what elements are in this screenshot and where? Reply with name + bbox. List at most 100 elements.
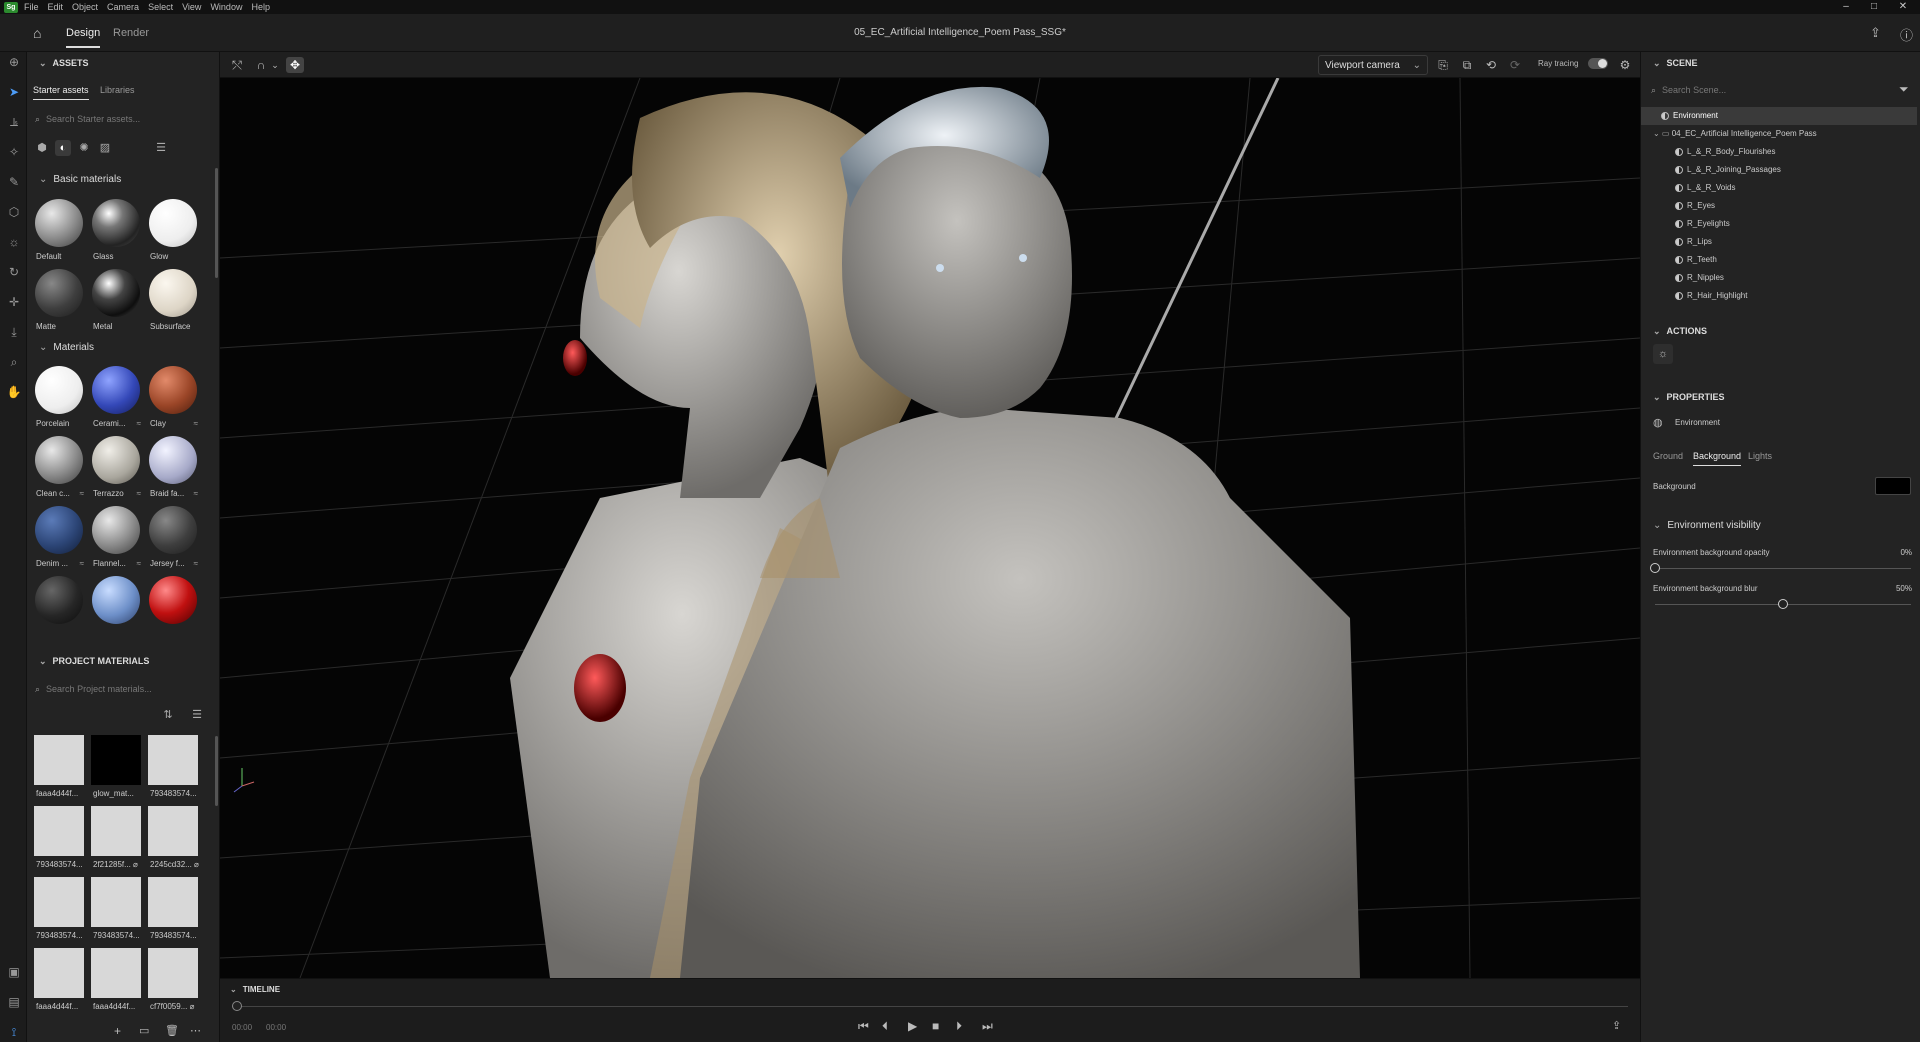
project-search[interactable]: ⌕ Search Project materials... — [35, 680, 210, 698]
snap-icon[interactable]: ✥ — [286, 57, 304, 73]
step-back-icon[interactable]: ⏴ — [882, 1019, 888, 1034]
materials-header[interactable]: ⌄ Materials — [39, 342, 94, 353]
magic-wand-icon[interactable]: ✧ — [6, 144, 22, 160]
material-tile[interactable] — [146, 574, 200, 642]
scene-tree-item[interactable]: R_Eyes — [1641, 197, 1917, 215]
material-tile[interactable] — [32, 574, 86, 642]
camera-bookmark-icon[interactable]: ⎘ — [1434, 57, 1452, 73]
material-tile[interactable]: Subsurface — [146, 267, 200, 335]
material-tile[interactable]: Matte — [32, 267, 86, 335]
timeline-playhead[interactable] — [232, 1001, 242, 1011]
help-icon[interactable]: ⓘ — [1900, 25, 1913, 44]
tab-background[interactable]: Background — [1693, 451, 1742, 466]
project-materials-header[interactable]: ⌄ PROJECT MATERIALS — [39, 656, 149, 667]
camera-select[interactable]: Viewport camera ⌄ — [1318, 55, 1428, 75]
more-icon[interactable]: ⋯ — [190, 1024, 201, 1037]
minimize-button[interactable]: – — [1836, 0, 1856, 14]
filter-icon[interactable]: ⏷ — [1899, 82, 1909, 97]
scene-tree-item[interactable]: R_Hair_Highlight — [1641, 287, 1917, 305]
tab-libraries[interactable]: Libraries — [100, 85, 135, 95]
play-icon[interactable]: ▶ — [908, 1019, 917, 1033]
export-icon[interactable]: ⇪ — [1612, 1019, 1621, 1032]
material-tile[interactable]: Porcelain — [32, 364, 86, 432]
eyedropper-icon[interactable]: ✎ — [6, 174, 22, 190]
material-tile[interactable]: Jersey f... ≈ — [146, 504, 200, 572]
skip-start-icon[interactable]: ⏮ — [858, 1019, 869, 1034]
menu-file[interactable]: File — [24, 2, 39, 12]
briefcase-icon[interactable]: ▤ — [6, 994, 22, 1010]
tab-lights[interactable]: Lights — [1748, 451, 1772, 461]
scene-tree-item[interactable]: L_&_R_Joining_Passages — [1641, 161, 1917, 179]
orbit-icon[interactable]: ↻ — [6, 264, 22, 280]
material-tile[interactable]: Clean c... ≈ — [32, 434, 86, 502]
material-tile[interactable]: Flannel... ≈ — [89, 504, 143, 572]
project-material-tile[interactable]: faaa4d44f... — [32, 735, 86, 803]
project-material-tile[interactable]: faaa4d44f... — [89, 948, 143, 1016]
tab-ground[interactable]: Ground — [1653, 451, 1683, 461]
add-material-icon[interactable]: + — [114, 1024, 121, 1038]
bottom-tool-icon[interactable]: ⟟ — [6, 1024, 22, 1040]
project-material-tile[interactable]: 793483574... — [89, 877, 143, 945]
project-material-tile[interactable]: faaa4d44f... — [32, 948, 86, 1016]
images-filter-icon[interactable]: ▨ — [97, 140, 113, 156]
light-action-icon[interactable]: ☼ — [1653, 344, 1673, 364]
list-view-icon[interactable]: ☰ — [153, 140, 169, 156]
reset-view-icon[interactable]: ⟳ — [1506, 57, 1524, 73]
background-color-swatch[interactable] — [1875, 477, 1911, 495]
stop-icon[interactable]: ■ — [932, 1019, 939, 1033]
menu-object[interactable]: Object — [72, 2, 98, 12]
rotate-view-icon[interactable]: ⟲ — [1482, 57, 1500, 73]
scene-header[interactable]: ⌄ SCENE — [1653, 58, 1698, 69]
menu-view[interactable]: View — [182, 2, 201, 12]
project-material-tile[interactable]: cf7f0059... ⌀ — [146, 948, 200, 1016]
skip-end-icon[interactable]: ⏭ — [982, 1019, 993, 1034]
material-tile[interactable]: Braid fa... ≈ — [146, 434, 200, 502]
material-tile[interactable] — [89, 574, 143, 642]
project-material-tile[interactable]: 2f21285f... ⌀ — [89, 806, 143, 874]
drop-icon[interactable]: ⤓ — [6, 324, 22, 340]
project-material-tile[interactable]: 793483574... — [32, 877, 86, 945]
folder-icon[interactable]: ▭ — [139, 1024, 149, 1037]
render-settings-icon[interactable]: ⚙ — [1616, 57, 1634, 73]
project-material-tile[interactable]: glow_mat... — [89, 735, 143, 803]
material-tile[interactable]: Denim ... ≈ — [32, 504, 86, 572]
transform-icon[interactable]: ⤲ — [228, 57, 246, 73]
models-filter-icon[interactable]: ⬢ — [34, 140, 50, 156]
scene-tree-item[interactable]: Environment — [1641, 107, 1917, 125]
basic-materials-header[interactable]: ⌄ Basic materials — [39, 174, 121, 185]
material-tile[interactable]: Default — [32, 197, 86, 265]
close-window-button[interactable]: ✕ — [1893, 0, 1913, 14]
scene-tree-item[interactable]: L_&_R_Body_Flourishes — [1641, 143, 1917, 161]
step-forward-icon[interactable]: ⏵ — [956, 1019, 962, 1034]
chevron-down-icon[interactable]: ⌄ — [266, 57, 284, 73]
lights-filter-icon[interactable]: ✺ — [76, 140, 92, 156]
select-tool-icon[interactable]: ➤ — [6, 84, 22, 100]
scene-tree-item[interactable]: R_Teeth — [1641, 251, 1917, 269]
menu-window[interactable]: Window — [210, 2, 242, 12]
tab-starter-assets[interactable]: Starter assets — [33, 85, 89, 100]
material-tile[interactable]: Terrazzo ≈ — [89, 434, 143, 502]
menu-help[interactable]: Help — [251, 2, 270, 12]
scene-tree-item[interactable]: R_Lips — [1641, 233, 1917, 251]
timeline-track[interactable] — [232, 1006, 1628, 1007]
menu-edit[interactable]: Edit — [48, 2, 64, 12]
sort-icon[interactable]: ⇅ — [160, 707, 176, 723]
scene-tree-item[interactable]: ⌄ ▭ 04_EC_Artificial Intelligence_Poem P… — [1641, 125, 1917, 143]
environment-visibility-header[interactable]: ⌄ Environment visibility — [1653, 520, 1761, 531]
add-icon[interactable]: ⊕ — [6, 54, 22, 70]
scene-tree-item[interactable]: R_Nipples — [1641, 269, 1917, 287]
scene-tree-item[interactable]: L_&_R_Voids — [1641, 179, 1917, 197]
assets-header[interactable]: ⌄ ASSETS — [39, 58, 89, 69]
archive-icon[interactable]: ▣ — [6, 964, 22, 980]
menu-select[interactable]: Select — [148, 2, 173, 12]
scene-search[interactable]: ⌕ Search Scene... — [1651, 81, 1891, 99]
project-material-tile[interactable]: 2245cd32... ⌀ — [146, 806, 200, 874]
maximize-button[interactable]: □ — [1864, 0, 1884, 14]
starter-search[interactable]: ⌕ Search Starter assets... — [35, 110, 210, 128]
timeline-header[interactable]: ⌄ TIMELINE — [230, 985, 280, 994]
actions-header[interactable]: ⌄ ACTIONS — [1653, 326, 1707, 337]
pan-icon[interactable]: ✛ — [6, 294, 22, 310]
assets-scrollbar[interactable] — [215, 168, 218, 278]
scene-tree-item[interactable]: R_Hair — [1641, 305, 1917, 307]
menu-camera[interactable]: Camera — [107, 2, 139, 12]
